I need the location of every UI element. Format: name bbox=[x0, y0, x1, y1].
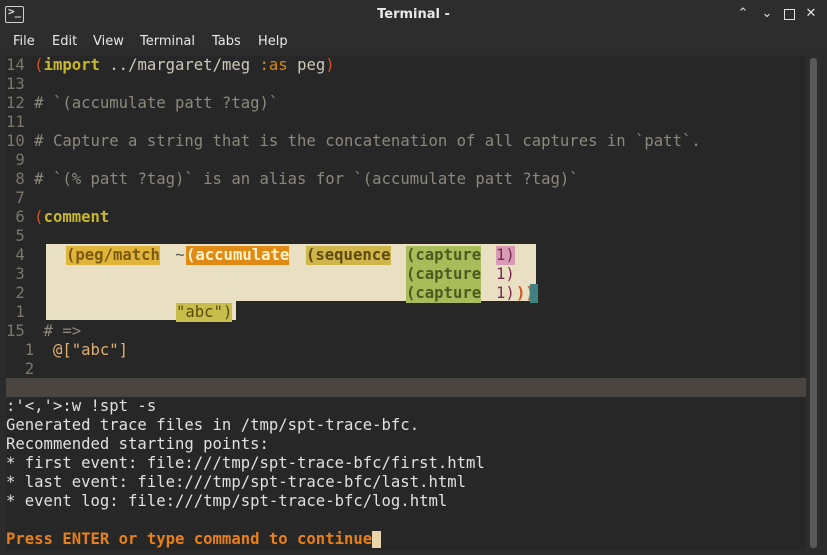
scrollbar[interactable] bbox=[806, 56, 821, 550]
code-line-12: 12 # `(accumulate patt ?tag)` bbox=[6, 94, 279, 112]
result-line-2: 2 bbox=[6, 360, 35, 378]
status-separator bbox=[6, 378, 806, 397]
capture-token-1: (capture bbox=[406, 246, 482, 265]
terminal-window: >_ Terminal - ⌃ ⌄ ✕ File Edit View Termi… bbox=[0, 0, 827, 555]
capture-arg-3: 1) bbox=[496, 284, 515, 302]
menu-view[interactable]: View bbox=[93, 34, 124, 49]
output-line-4: * last event: file:///tmp/spt-trace-bfc/… bbox=[6, 473, 467, 491]
output-line-5: * event log: file:///tmp/spt-trace-bfc/l… bbox=[6, 492, 448, 510]
output-line-2: Recommended starting points: bbox=[6, 435, 269, 453]
capture-token-2: (capture bbox=[406, 265, 482, 284]
result-line-1: 1 @["abc"] bbox=[6, 341, 129, 359]
capture-arg-1: 1) bbox=[496, 246, 515, 265]
line-number-1: 1 bbox=[6, 303, 25, 321]
maximize-icon[interactable] bbox=[781, 6, 797, 22]
accumulate-token: (accumulate bbox=[186, 246, 290, 265]
line-number-7: 7 bbox=[6, 189, 25, 207]
code-line-6: 6 (comment bbox=[6, 208, 110, 226]
continue-prompt[interactable]: Press ENTER or type command to continue bbox=[6, 530, 382, 549]
menu-terminal[interactable]: Terminal bbox=[140, 34, 195, 49]
peg-match-token: (peg/match bbox=[66, 246, 160, 265]
menu-edit[interactable]: Edit bbox=[52, 34, 77, 49]
line-number-13: 13 bbox=[6, 75, 25, 93]
paren-cursor bbox=[530, 284, 538, 303]
sequence-token: (sequence bbox=[306, 246, 391, 265]
code-line-14: 14 (import ../margaret/meg :as peg) bbox=[6, 56, 335, 74]
menu-file[interactable]: File bbox=[13, 34, 35, 49]
abc-string: "abc") bbox=[176, 303, 233, 322]
line-number-9: 9 bbox=[6, 151, 25, 169]
capture-token-3: (capture bbox=[406, 284, 482, 303]
capture-arg-2: 1) bbox=[496, 265, 515, 283]
code-line-8: 8 # `(% patt ?tag)` is an alias for `(ac… bbox=[6, 170, 579, 188]
line-number-5: 5 bbox=[6, 227, 25, 245]
code-line-15: 15 # => bbox=[6, 322, 82, 340]
scrollbar-thumb[interactable] bbox=[810, 58, 817, 548]
output-line-1: Generated trace files in /tmp/spt-trace-… bbox=[6, 416, 420, 434]
chevron-up-icon[interactable]: ⌃ bbox=[735, 6, 751, 22]
title-bar[interactable]: >_ Terminal - ⌃ ⌄ ✕ bbox=[0, 0, 827, 30]
command-line: :'<,'>:w !spt -s bbox=[6, 397, 157, 415]
terminal-content[interactable]: 14 (import ../margaret/meg :as peg) 13 1… bbox=[6, 56, 806, 550]
tilde-token: ~ bbox=[166, 246, 185, 264]
menu-bar: File Edit View Terminal Tabs Help bbox=[0, 30, 827, 54]
line-number-3: 3 bbox=[6, 265, 25, 283]
code-line-10: 10 # Capture a string that is the concat… bbox=[6, 132, 701, 150]
menu-help[interactable]: Help bbox=[258, 34, 288, 49]
menu-tabs[interactable]: Tabs bbox=[212, 34, 241, 49]
close-icon[interactable]: ✕ bbox=[803, 6, 819, 22]
line-number-11: 11 bbox=[6, 113, 25, 131]
line-number-2: 2 bbox=[6, 284, 25, 302]
text-cursor bbox=[372, 531, 382, 548]
window-title: Terminal - bbox=[377, 7, 450, 22]
chevron-down-icon[interactable]: ⌄ bbox=[759, 6, 775, 22]
output-line-3: * first event: file:///tmp/spt-trace-bfc… bbox=[6, 454, 485, 472]
line-number-4: 4 bbox=[6, 246, 25, 264]
